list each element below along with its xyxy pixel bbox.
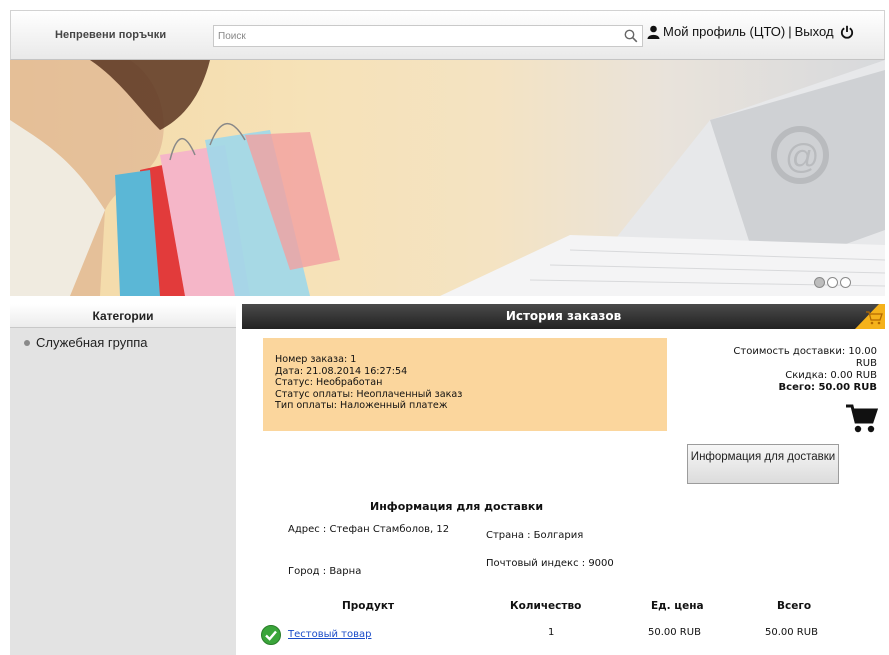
order-summary: Номер заказа: 1 Дата: 21.08.2014 16:27:5… bbox=[263, 338, 667, 431]
shipping-address: Адрес : Стефан Стамболов, 12 bbox=[288, 524, 450, 535]
product-link[interactable]: Тестовый товар bbox=[288, 629, 371, 640]
user-menu: Мой профиль (ЦТО) | Выход bbox=[647, 24, 854, 39]
bullet-icon bbox=[24, 339, 30, 346]
order-totals: Стоимость доставки: 10.00 RUB Скидка: 0.… bbox=[667, 346, 877, 394]
shopping-cart-icon bbox=[846, 404, 878, 433]
col-quantity: Количество bbox=[510, 600, 582, 612]
banner-illustration: @ bbox=[10, 60, 885, 296]
slide-dot-3[interactable] bbox=[840, 277, 851, 288]
panel-header: История заказов bbox=[242, 304, 885, 329]
panel-title: История заказов bbox=[505, 309, 622, 323]
categories-title: Категории bbox=[10, 304, 236, 328]
power-icon[interactable] bbox=[840, 25, 854, 39]
payment-status: Статус оплаты: Неоплаченный заказ bbox=[275, 388, 463, 400]
slide-indicators bbox=[814, 277, 851, 288]
row-quantity: 1 bbox=[548, 627, 555, 638]
col-product: Продукт bbox=[342, 600, 395, 612]
slide-dot-2[interactable] bbox=[827, 277, 838, 288]
check-icon bbox=[261, 625, 281, 645]
shipping-postal: Почтовый индекс : 9000 bbox=[486, 558, 614, 569]
shipping-currency: RUB bbox=[855, 358, 877, 369]
discount: Скидка: 0.00 RUB bbox=[785, 370, 877, 381]
logout-link[interactable]: Выход bbox=[795, 24, 834, 39]
sidebar-item-service-group[interactable]: Служебная группа bbox=[10, 328, 236, 350]
cart-tab-icon bbox=[855, 304, 885, 329]
menu-separator: | bbox=[788, 24, 792, 39]
col-total: Всего bbox=[777, 600, 812, 612]
search-icon[interactable] bbox=[624, 29, 638, 43]
col-unit-price: Ед. цена bbox=[651, 600, 704, 612]
slide-dot-1[interactable] bbox=[814, 277, 825, 288]
profile-link[interactable]: Мой профиль (ЦТО) bbox=[663, 24, 785, 39]
row-total: 50.00 RUB bbox=[765, 627, 818, 638]
brand-title[interactable]: Непревени поръчки bbox=[55, 29, 166, 41]
shipping-cost: Стоимость доставки: 10.00 bbox=[733, 346, 877, 357]
row-unit-price: 50.00 RUB bbox=[648, 627, 701, 638]
categories-sidebar: Категории Служебная группа bbox=[10, 304, 236, 655]
shipping-title: Информация для доставки bbox=[370, 500, 544, 513]
payment-type: Тип оплаты: Наложенный платеж bbox=[275, 400, 448, 411]
order-date: Дата: 21.08.2014 16:27:54 bbox=[275, 365, 408, 377]
search-input[interactable] bbox=[218, 26, 623, 46]
shipping-city: Город : Варна bbox=[288, 566, 362, 577]
search-box bbox=[213, 25, 643, 47]
sidebar-item-label: Служебная группа bbox=[36, 335, 148, 350]
order-history-panel: История заказов Номер заказа: 1 Дата: 21… bbox=[242, 304, 885, 655]
order-number: Номер заказа: 1 bbox=[275, 354, 357, 365]
delivery-info-button[interactable]: Информация для доставки bbox=[687, 444, 839, 484]
shipping-country: Страна : Болгария bbox=[486, 530, 584, 541]
promo-banner[interactable]: @ bbox=[10, 60, 885, 296]
user-icon bbox=[647, 25, 660, 39]
grand-total: Всего: 50.00 RUB bbox=[778, 382, 877, 393]
top-header: Непревени поръчки Мой профиль (ЦТО) | Вы… bbox=[10, 10, 885, 60]
order-status: Статус: Необработан bbox=[275, 377, 383, 388]
svg-text:@: @ bbox=[785, 138, 820, 176]
